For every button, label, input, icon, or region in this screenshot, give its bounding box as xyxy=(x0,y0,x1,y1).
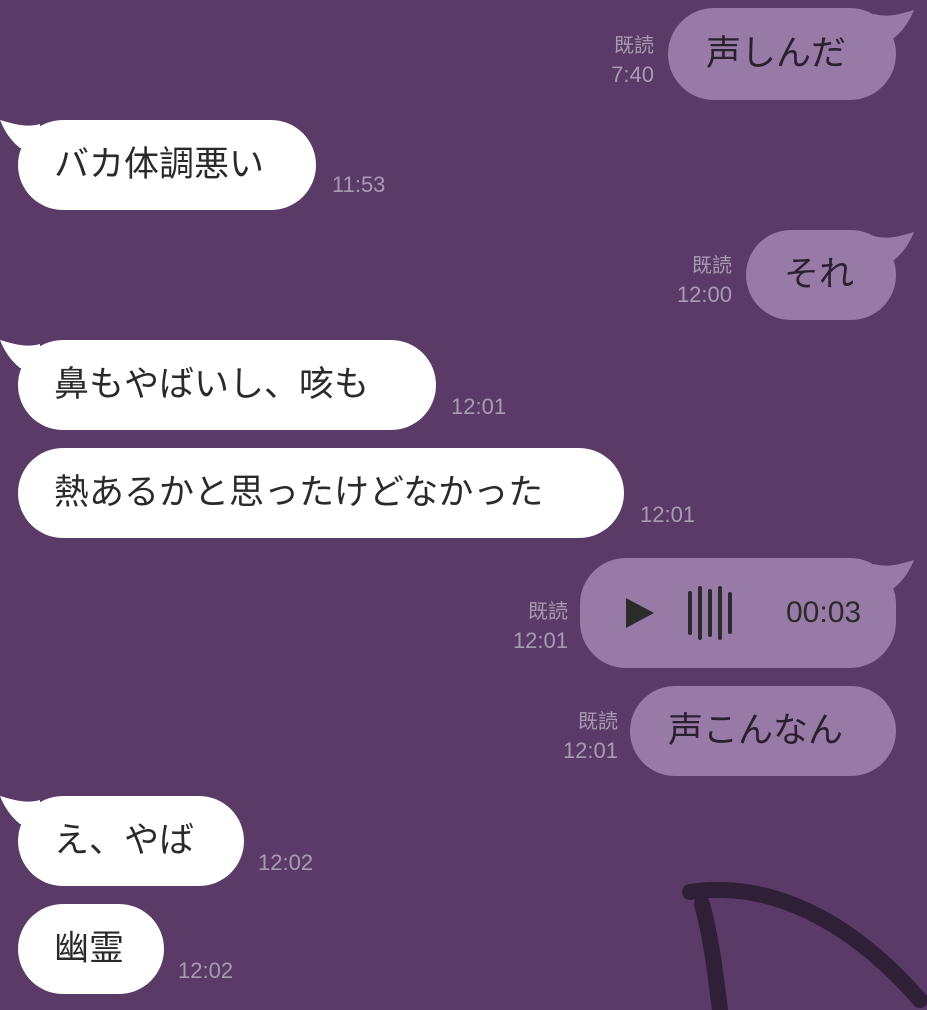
play-icon[interactable] xyxy=(626,598,654,628)
message-meta: 既読 12:01 xyxy=(500,600,568,654)
bubble-tail xyxy=(874,10,914,38)
timestamp: 12:02 xyxy=(178,958,234,983)
message-meta: 12:02 xyxy=(258,850,313,876)
message-meta: 既読 12:01 xyxy=(550,710,618,764)
timestamp: 12:00 xyxy=(676,282,732,307)
timestamp: 12:01 xyxy=(451,394,507,419)
bubble-tail xyxy=(0,120,40,148)
read-receipt: 既読 xyxy=(528,601,568,623)
waveform-icon xyxy=(688,586,732,641)
message-meta: 12:02 xyxy=(178,958,233,984)
incoming-message-bubble[interactable]: 鼻もやばいし、咳も xyxy=(18,340,436,430)
incoming-message-bubble[interactable]: バカ体調悪い xyxy=(18,120,316,210)
bubble-tail xyxy=(874,232,914,260)
message-meta: 12:01 xyxy=(451,394,506,420)
incoming-message-bubble[interactable]: え、やば xyxy=(18,796,244,886)
voice-duration: 00:03 xyxy=(786,596,862,629)
message-text: それ xyxy=(784,254,855,295)
outgoing-message-bubble[interactable]: 声しんだ xyxy=(668,8,896,100)
incoming-message-bubble[interactable]: 熱あるかと思ったけどなかった xyxy=(18,448,624,538)
timestamp: 12:01 xyxy=(562,738,618,763)
message-meta: 既読 12:00 xyxy=(660,254,732,308)
chat-thread[interactable]: 既読 7:40 声しんだ バカ体調悪い 11:53 既読 12:00 それ 鼻も… xyxy=(0,0,927,1010)
message-text: 幽霊 xyxy=(54,928,125,969)
bubble-tail xyxy=(874,560,914,588)
timestamp: 12:01 xyxy=(512,628,568,653)
timestamp: 11:53 xyxy=(332,172,386,197)
background-decoration xyxy=(682,881,927,1010)
message-text: え、やば xyxy=(54,820,195,861)
voice-message-bubble[interactable]: 00:03 xyxy=(580,558,896,668)
timestamp: 7:40 xyxy=(611,62,654,87)
incoming-message-bubble[interactable]: 幽霊 xyxy=(18,904,164,994)
bubble-tail xyxy=(0,796,40,824)
message-meta: 既読 7:40 xyxy=(590,34,654,88)
message-text: 熱あるかと思ったけどなかった xyxy=(54,472,544,513)
message-text: バカ体調悪い xyxy=(54,144,265,185)
message-text: 鼻もやばいし、咳も xyxy=(54,364,370,405)
outgoing-message-bubble[interactable]: 声こんなん xyxy=(630,686,896,776)
read-receipt: 既読 xyxy=(614,35,654,57)
message-text: 声しんだ xyxy=(706,33,847,74)
message-text: 声こんなん xyxy=(668,710,844,751)
message-meta: 12:01 xyxy=(640,502,695,528)
message-meta: 11:53 xyxy=(332,172,385,198)
read-receipt: 既読 xyxy=(578,711,618,733)
bubble-tail xyxy=(0,340,40,368)
read-receipt: 既読 xyxy=(692,255,732,277)
timestamp: 12:01 xyxy=(640,502,696,527)
timestamp: 12:02 xyxy=(258,850,314,875)
